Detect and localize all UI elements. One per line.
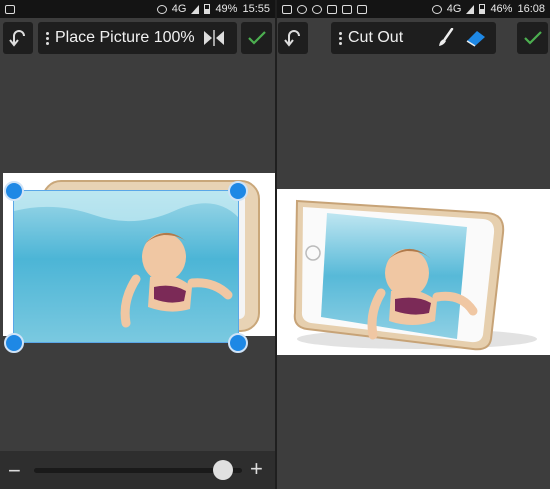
zoom-out-icon[interactable]: − [8,458,21,484]
composite-image [277,189,550,355]
place-picture-menu[interactable]: Place Picture 100% [38,22,237,54]
toolbar: Cut Out [277,22,550,54]
signal-icon [191,4,200,14]
confirm-button[interactable] [517,22,548,54]
selection-border [13,190,239,343]
zoom-in-icon[interactable]: + [250,456,263,482]
notification-icon [5,4,15,14]
status-bar: 4G 49% 15:55 [0,0,275,18]
toolbar-title: Cut Out [348,29,404,46]
undo-icon [9,30,25,47]
undo-button[interactable] [278,22,308,54]
pinterest-icon [312,4,322,14]
toolbar-title: Place Picture 100% [55,29,195,46]
menu-dots-icon [46,31,49,45]
checkmark-icon [523,31,542,45]
resize-handle-bottom-right[interactable] [228,333,248,353]
size-slider-bar: − + [0,451,275,489]
clock: 16:08 [517,3,545,15]
battery-icon [479,4,486,14]
network-label: 4G [446,3,462,15]
do-not-disturb-icon [431,4,442,14]
do-not-disturb-icon [156,4,167,14]
resize-handle-bottom-left[interactable] [4,333,24,353]
checkmark-icon [247,31,266,45]
clock: 15:55 [242,3,270,15]
battery-icon [204,4,211,14]
phone-with-child-photo [293,199,537,351]
toolbar: Place Picture 100% [0,22,275,54]
message-icon [342,4,352,14]
brush-icon[interactable] [437,28,455,48]
size-slider-track[interactable] [34,468,242,473]
eraser-icon[interactable] [465,28,487,48]
notification-icon [282,4,292,14]
resize-handle-top-right[interactable] [228,181,248,201]
resize-handle-top-left[interactable] [4,181,24,201]
flip-horizontal-icon[interactable] [203,29,225,47]
cut-out-menu[interactable]: Cut Out [331,22,496,54]
menu-dots-icon [339,31,342,45]
image-icon [327,4,337,14]
left-screen: 4G 49% 15:55 Place Picture 100% − + [0,0,275,489]
confirm-button[interactable] [241,22,272,54]
network-label: 4G [171,3,187,15]
wechat-icon [297,4,307,14]
undo-icon [284,30,300,47]
battery-percent: 49% [215,3,238,15]
size-slider-thumb[interactable] [213,460,234,480]
signal-icon [466,4,475,14]
status-bar: 4G 46% 16:08 [277,0,550,18]
line-icon [357,4,367,14]
right-screen: 4G 46% 16:08 Cut Out [277,0,550,489]
undo-button[interactable] [3,22,33,54]
battery-percent: 46% [490,3,513,15]
